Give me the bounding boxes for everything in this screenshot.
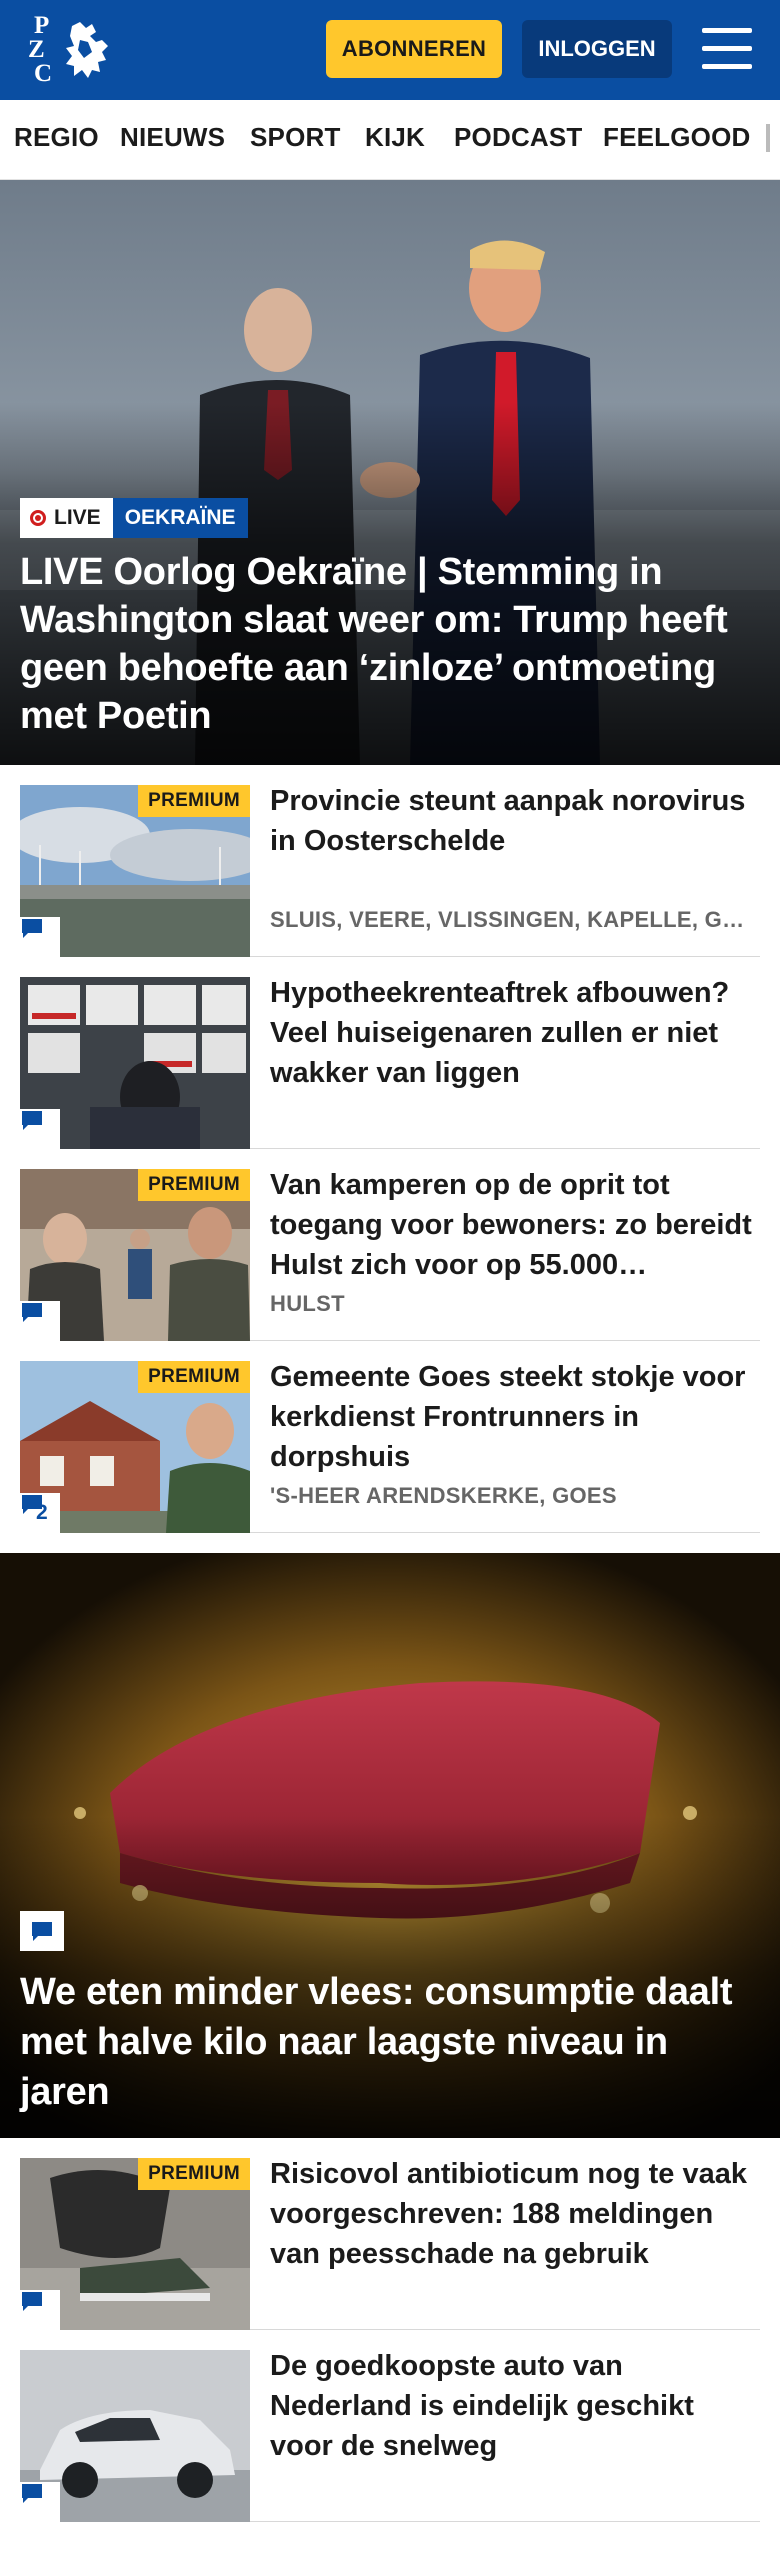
comment-icon xyxy=(22,1303,42,1322)
comment-icon xyxy=(32,1922,52,1941)
live-label: LIVE xyxy=(54,506,101,529)
article-thumbnail xyxy=(20,2350,250,2522)
comment-indicator[interactable] xyxy=(20,2290,60,2330)
nav-item-podcast[interactable]: PODCAST xyxy=(454,122,583,153)
lion-icon xyxy=(66,22,108,78)
comment-indicator[interactable] xyxy=(20,1109,60,1149)
premium-badge: PREMIUM xyxy=(138,2158,250,2190)
premium-badge: PREMIUM xyxy=(138,1169,250,1201)
nav-item-nieuws[interactable]: NIEUWS xyxy=(120,122,225,153)
subscribe-button[interactable]: ABONNEREN xyxy=(326,20,502,78)
article-thumbnail: PREMIUM 2 xyxy=(20,1361,250,1533)
list-item[interactable]: De goedkoopste auto van Nederland is ein… xyxy=(20,2330,760,2522)
article-headline[interactable]: Gemeente Goes steekt stokje voor kerkdie… xyxy=(270,1357,760,1477)
nav-item-sport[interactable]: SPORT xyxy=(250,122,341,153)
premium-badge: PREMIUM xyxy=(138,785,250,817)
comment-indicator[interactable]: 2 xyxy=(20,1493,60,1533)
feature-headline[interactable]: We eten minder vlees: consumptie daalt m… xyxy=(20,1967,750,2117)
article-headline[interactable]: De goedkoopste auto van Nederland is ein… xyxy=(270,2346,760,2466)
hero-article[interactable]: LIVE OEKRAÏNE LIVE Oorlog Oekraïne | Ste… xyxy=(0,180,780,765)
top-header: PZC ABONNEREN INLOGGEN xyxy=(0,0,780,100)
live-dot-icon xyxy=(30,510,46,526)
comment-indicator[interactable] xyxy=(20,917,60,957)
nav-item-feelgood[interactable]: FEELGOOD xyxy=(603,122,751,153)
comment-icon xyxy=(22,2292,42,2311)
premium-badge: PREMIUM xyxy=(138,1361,250,1393)
list-item[interactable]: PREMIUM Provincie steunt aanpak noroviru… xyxy=(20,765,760,957)
list-item[interactable]: PREMIUM Van kamperen op de oprit tot toe… xyxy=(20,1149,760,1341)
comment-icon xyxy=(22,2484,42,2503)
list-item[interactable]: PREMIUM Risicovol antibioticum nog te va… xyxy=(20,2138,760,2330)
feature-article[interactable]: We eten minder vlees: consumptie daalt m… xyxy=(0,1553,780,2138)
article-thumbnail: PREMIUM xyxy=(20,1169,250,1341)
comment-icon xyxy=(22,1111,42,1130)
article-location: SLUIS, VEERE, VLISSINGEN, KAPELLE, GOES,… xyxy=(270,907,760,932)
comment-indicator[interactable] xyxy=(20,1911,64,1951)
live-badge: LIVE xyxy=(20,498,113,538)
comment-icon xyxy=(22,1495,42,1514)
login-button[interactable]: INLOGGEN xyxy=(522,20,672,78)
section-nav: REGIO NIEUWS SPORT KIJK PODCAST FEELGOOD xyxy=(0,100,780,180)
article-headline[interactable]: Van kamperen op de oprit tot toegang voo… xyxy=(270,1165,760,1285)
section-badge: OEKRAÏNE xyxy=(112,498,248,538)
comment-icon xyxy=(22,919,42,938)
article-thumbnail: PREMIUM xyxy=(20,2158,250,2330)
nav-item-kijk[interactable]: KIJK xyxy=(365,122,425,153)
pzc-logo[interactable]: PZC xyxy=(28,13,112,86)
article-headline[interactable]: Hypotheekrenteaftrek afbouwen? Veel huis… xyxy=(270,973,760,1093)
article-headline[interactable]: Provincie steunt aanpak norovirus in Oos… xyxy=(270,781,760,861)
article-headline[interactable]: Risicovol antibioticum nog te vaak voorg… xyxy=(270,2154,760,2274)
hamburger-menu-icon[interactable] xyxy=(702,28,752,70)
hero-headline[interactable]: LIVE Oorlog Oekraïne | Stemming in Washi… xyxy=(20,548,750,740)
list-item[interactable]: PREMIUM 2 Gemeente Goes steekt stokje vo… xyxy=(20,1341,760,1533)
article-thumbnail: PREMIUM xyxy=(20,785,250,957)
list-item[interactable]: Hypotheekrenteaftrek afbouwen? Veel huis… xyxy=(20,957,760,1149)
article-location: HULST xyxy=(270,1291,345,1316)
comment-indicator[interactable] xyxy=(20,1301,60,1341)
nav-overflow-hint xyxy=(766,124,770,152)
hero-tags: LIVE OEKRAÏNE xyxy=(20,498,248,538)
comment-indicator[interactable] xyxy=(20,2482,60,2522)
nav-item-regio[interactable]: REGIO xyxy=(14,122,99,153)
article-thumbnail xyxy=(20,977,250,1149)
article-location: 'S-HEER ARENDSKERKE, GOES xyxy=(270,1483,617,1508)
